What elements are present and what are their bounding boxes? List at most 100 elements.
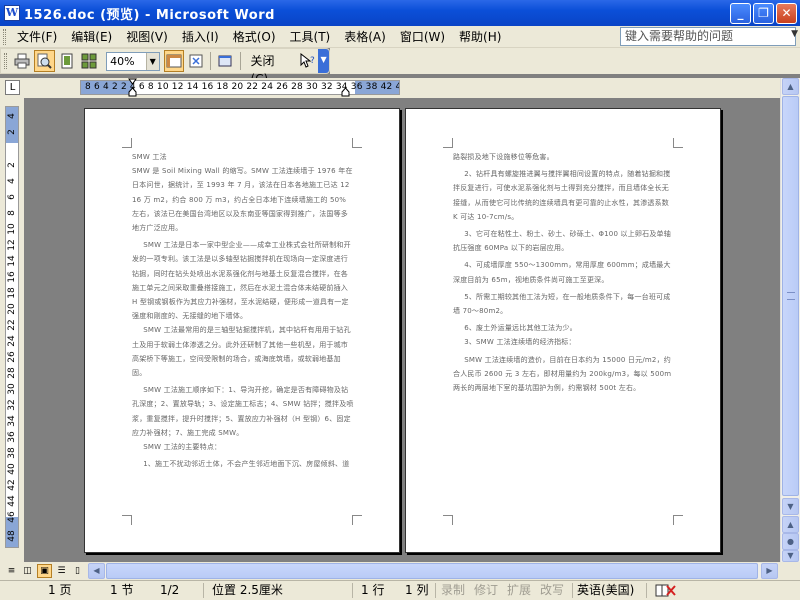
- help-pointer-icon: ?: [300, 53, 315, 68]
- thumb-grip-icon: [787, 292, 795, 300]
- scroll-left-arrow-icon[interactable]: ◀: [88, 563, 105, 579]
- spelling-status-book-icon[interactable]: [655, 583, 677, 598]
- reading-layout-view-icon[interactable]: ▯: [70, 564, 85, 578]
- magnifier-button[interactable]: [34, 50, 55, 72]
- one-page-button[interactable]: [57, 50, 77, 72]
- menu-grip-icon[interactable]: [3, 28, 6, 45]
- scroll-down-arrow-icon[interactable]: ▼: [782, 498, 799, 515]
- zoom-value: 40%: [110, 54, 135, 68]
- vruler-number: 2: [7, 162, 17, 168]
- vruler-number: 44: [7, 495, 17, 507]
- menu-help[interactable]: 帮助(H): [452, 27, 508, 47]
- multiple-pages-button[interactable]: [79, 50, 99, 72]
- vertical-ruler-column: 4 2 2 4 6 8 10 12 14 16 18 20 22 24 26 2…: [0, 98, 24, 562]
- next-page-icon[interactable]: ▼: [782, 550, 799, 562]
- vruler-number: 18: [7, 287, 17, 299]
- minimize-button[interactable]: _: [730, 3, 751, 24]
- vruler-number: 28: [7, 367, 17, 379]
- horizontal-scrollbar[interactable]: ◀ ▶: [88, 563, 778, 579]
- first-line-indent-icon[interactable]: [128, 78, 137, 98]
- doc-paragraph: 2、钻杆具有螺旋推进翼与搅拌翼相间设置的特点，随着钻掘和搅拌反复进行，可使水泥系…: [453, 170, 671, 221]
- window-title: 1526.doc (预览) - Microsoft Word: [24, 7, 275, 23]
- vruler-number: 22: [7, 319, 17, 331]
- doc-heading: SMW 工法: [132, 153, 167, 161]
- menu-edit[interactable]: 编辑(E): [64, 27, 119, 47]
- doc-paragraph: 3、它可在粘性土、粉土、砂土、砂砾土、Φ100 以上卵石及单轴抗压强度 60MP…: [453, 230, 671, 253]
- status-page-of: 1/2: [160, 583, 180, 597]
- vertical-scroll-thumb[interactable]: [782, 96, 799, 496]
- page-1[interactable]: SMW 工法 SMW 是 Soil Mixing Wall 的缩写。SMW 工法…: [84, 108, 400, 553]
- context-help-button[interactable]: ?: [297, 50, 317, 72]
- toolbar-options-chevron-icon[interactable]: ▼: [318, 49, 330, 73]
- full-screen-icon: [218, 55, 232, 67]
- status-separator: [352, 583, 353, 598]
- doc-paragraph: 6、废土外运量远比其他工法为少。: [464, 324, 577, 333]
- restore-button[interactable]: ❐: [753, 3, 774, 24]
- status-language[interactable]: 英语(美国): [577, 582, 634, 599]
- doc-paragraph: SMW 是 Soil Mixing Wall 的缩写。SMW 工法连续墙于 19…: [132, 167, 353, 233]
- vruler-number: 48: [7, 530, 17, 542]
- toolbar-grip-icon[interactable]: [4, 53, 7, 69]
- menu-file[interactable]: 文件(F): [10, 27, 64, 47]
- print-button[interactable]: [12, 50, 32, 72]
- help-search-input[interactable]: 键入需要帮助的问题: [620, 27, 796, 46]
- status-separator: [572, 583, 573, 598]
- doc-paragraph: 5、所需工期较其他工法为短，在一般地质条件下，每一台班可成墙 70～80m2。: [453, 292, 671, 316]
- doc-paragraph: SMW 工法最常用的是三轴型钻掘搅拌机，其中钻杆有用用于钻孔土及用于软弱土体渗透…: [132, 326, 351, 378]
- web-layout-view-icon[interactable]: ◫: [20, 564, 35, 578]
- menu-view[interactable]: 视图(V): [119, 27, 175, 47]
- svg-text:?: ?: [310, 56, 315, 66]
- status-position: 位置 2.5厘米: [212, 583, 283, 597]
- status-separator: [646, 583, 647, 598]
- vruler-number: 46: [7, 511, 17, 523]
- outline-view-icon[interactable]: ☰: [54, 564, 69, 578]
- vertical-ruler[interactable]: 4 2 2 4 6 8 10 12 14 16 18 20 22 24 26 2…: [5, 106, 19, 548]
- status-overtype[interactable]: 改写: [540, 582, 564, 599]
- word-app-icon[interactable]: W: [4, 5, 20, 21]
- view-ruler-button[interactable]: [163, 50, 185, 72]
- previous-page-icon[interactable]: ▲: [782, 516, 799, 533]
- help-dropdown-arrow-icon[interactable]: ▼: [791, 29, 798, 39]
- status-separator: [435, 583, 436, 598]
- tab-selector[interactable]: L: [5, 80, 20, 95]
- close-preview-button[interactable]: 关闭(C): [243, 51, 295, 86]
- horizontal-ruler-row: L 8 6 4 2 2 4 6 8 10 12 14 16 18 20 22 2…: [0, 78, 800, 98]
- print-preview-toolbar: 40% ▼ 关闭(C) ? ▼: [0, 48, 330, 86]
- magnifier-icon: [37, 53, 53, 69]
- preview-workspace[interactable]: SMW 工法 SMW 是 Soil Mixing Wall 的缩写。SMW 工法…: [24, 98, 780, 562]
- title-bar: W 1526.doc (预览) - Microsoft Word _ ❐ ✕: [0, 0, 800, 26]
- normal-view-icon[interactable]: ≡: [4, 564, 19, 578]
- scroll-right-arrow-icon[interactable]: ▶: [761, 563, 778, 579]
- status-bar: 1 页 1 节 1/2 位置 2.5厘米 1 行 1 列 录制 修订 扩展 改写…: [0, 580, 800, 600]
- menu-insert[interactable]: 插入(I): [175, 27, 226, 47]
- status-track-changes[interactable]: 修订: [474, 582, 498, 599]
- vruler-number: 8: [7, 210, 17, 216]
- toolbar-area: [330, 48, 800, 74]
- status-rec[interactable]: 录制: [441, 582, 465, 599]
- menu-window[interactable]: 窗口(W): [393, 27, 452, 47]
- menu-format[interactable]: 格式(O): [226, 27, 283, 47]
- page-2[interactable]: 路裂损及地下设施移位等危害。 2、钻杆具有螺旋推进翼与搅拌翼相间设置的特点，随着…: [405, 108, 721, 553]
- doc-paragraph: 4、可成墙厚度 550～1300mm，常用厚度 600mm；成墙最大深度目前为 …: [453, 261, 671, 284]
- menu-tools[interactable]: 工具(T): [283, 27, 338, 47]
- doc-paragraph: SMW 工法的主要特点：: [143, 443, 222, 452]
- full-screen-button[interactable]: [215, 50, 235, 72]
- print-layout-view-icon[interactable]: ▣: [37, 564, 52, 578]
- horizontal-scroll-thumb[interactable]: [106, 563, 758, 579]
- scroll-up-arrow-icon[interactable]: ▲: [782, 78, 799, 95]
- right-indent-icon[interactable]: [341, 78, 350, 98]
- status-extend[interactable]: 扩展: [507, 582, 531, 599]
- vruler-number: 4: [7, 178, 17, 184]
- select-browse-object-icon[interactable]: ●: [782, 533, 799, 550]
- toolbar-separator: [210, 52, 212, 70]
- zoom-select[interactable]: 40% ▼: [106, 51, 160, 71]
- vertical-scrollbar[interactable]: ▲ ▼ ▲ ● ▼: [780, 78, 800, 562]
- menu-table[interactable]: 表格(A): [337, 27, 393, 47]
- close-window-button[interactable]: ✕: [776, 3, 797, 24]
- zoom-dropdown-arrow-icon[interactable]: ▼: [145, 52, 159, 70]
- vruler-number: 6: [7, 194, 17, 200]
- shrink-to-fit-button[interactable]: [186, 50, 206, 72]
- status-section: 1 节: [110, 583, 134, 597]
- crop-mark: [443, 138, 453, 148]
- multiple-pages-icon: [81, 53, 97, 69]
